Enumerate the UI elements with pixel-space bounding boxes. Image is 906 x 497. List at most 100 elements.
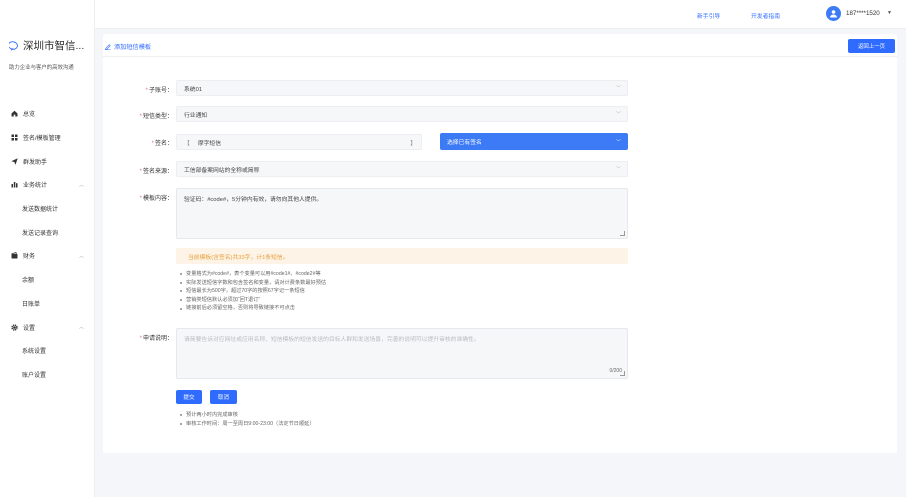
sidebar-item-label: 群发助手 xyxy=(23,159,48,166)
sidebar-item-label: 账户设置 xyxy=(22,372,47,379)
submit-button[interactable]: 提交 xyxy=(176,390,202,404)
label-text: 申请说明： xyxy=(142,336,173,342)
sidebar-item-finance[interactable]: 财务 ︿ xyxy=(0,244,95,268)
open-bracket: 【 xyxy=(184,140,190,147)
home-icon xyxy=(11,110,18,117)
sidebar-item-daily-bill[interactable]: 日账单 xyxy=(0,292,95,316)
sidebar-item-balance[interactable]: 余额 xyxy=(0,268,95,292)
sidebar-nav: 总览 签名/模板管理 群发助手 业务统计 ︿ 发送数据统计 发送记录查询 财务 … xyxy=(0,102,95,386)
select-value: 工信部备案网站的全称或简称 xyxy=(184,167,260,174)
page-title-text: 添加短信模板 xyxy=(114,44,152,51)
brand-tagline: 助力企业与客户的高效沟通 xyxy=(9,65,74,71)
top-header: 新手引导 开发者指南 187****1520 ▼ xyxy=(95,0,906,29)
page-title: 添加短信模板 xyxy=(105,42,151,51)
required-mark: * xyxy=(139,336,142,342)
gear-icon xyxy=(11,323,18,331)
signature-label: *签名： xyxy=(103,138,173,147)
grid-icon xyxy=(11,134,18,141)
chevron-up-icon: ︿ xyxy=(78,324,84,331)
caret-down-icon[interactable]: ▼ xyxy=(887,10,892,16)
apply-desc-label: *申请说明： xyxy=(103,333,173,342)
apply-desc-textarea[interactable]: 请简要告诉对应网址或应用名称、短信模板的短信发送的目标人群和发送场景，完善的说明… xyxy=(176,328,628,379)
sidebar-item-system-settings[interactable]: 系统设置 xyxy=(0,339,95,363)
textarea-value: 验证码：#code#，5分钟内有效，请勿向其他人提供。 xyxy=(184,197,323,203)
sms-type-select[interactable]: 行业通知 ﹀ xyxy=(176,106,628,122)
divider xyxy=(103,56,897,57)
note-item: 变量格式为#code#，表个变量可以用#code1#、#code2#等 xyxy=(180,270,326,279)
signature-value: 摩字短信 xyxy=(197,140,222,147)
required-mark: * xyxy=(151,141,154,147)
content-notes: 变量格式为#code#，表个变量可以用#code1#、#code2#等 实际发送… xyxy=(180,270,326,313)
resize-handle-icon[interactable] xyxy=(620,231,625,236)
sidebar-item-label: 日账单 xyxy=(22,301,41,308)
required-mark: * xyxy=(139,196,142,202)
sms-type-label: *短信类型： xyxy=(103,111,173,120)
sidebar-item-label: 总览 xyxy=(23,112,36,119)
sidebar-item-label: 系统设置 xyxy=(22,349,47,356)
sidebar-item-send-records[interactable]: 发送记录查询 xyxy=(0,220,95,244)
sub-account-label: *子账号： xyxy=(103,85,173,94)
close-bracket: 】 xyxy=(410,140,416,147)
signature-input[interactable]: 【 摩字短信 】 xyxy=(176,134,422,150)
note-item: 审核工作时间：周一至周日9:00-23:00（法定节日顺延） xyxy=(180,420,315,429)
sidebar-item-bulk-send[interactable]: 群发助手 xyxy=(0,149,95,173)
signature-source-select[interactable]: 工信部备案网站的全称或简称 ﹀ xyxy=(176,161,628,177)
resize-handle-icon[interactable] xyxy=(620,371,625,376)
sidebar-item-label: 发送数据统计 xyxy=(22,207,59,214)
sub-account-select[interactable]: 系统01 ﹀ xyxy=(176,80,628,96)
brand[interactable]: 深圳市智信... xyxy=(0,0,94,53)
bar-chart-icon xyxy=(11,181,18,188)
signature-source-label: *签名来源： xyxy=(103,166,173,175)
note-item: 链接前后必须留空格，否则将导致链接不可点击 xyxy=(180,304,326,313)
send-icon xyxy=(11,158,18,165)
user-icon xyxy=(830,10,837,18)
template-content-textarea[interactable]: 验证码：#code#，5分钟内有效，请勿向其他人提供。 xyxy=(176,188,628,239)
chevron-up-icon: ︿ xyxy=(78,182,84,189)
wallet-icon xyxy=(11,252,18,259)
sidebar: 深圳市智信... 助力企业与客户的高效沟通 总览 签名/模板管理 群发助手 业务… xyxy=(0,0,95,497)
avatar[interactable] xyxy=(826,6,841,21)
sidebar-item-label: 财务 xyxy=(23,254,36,261)
label-text: 短信类型： xyxy=(142,114,173,120)
sidebar-item-overview[interactable]: 总览 xyxy=(0,102,95,126)
edit-icon xyxy=(105,43,111,50)
required-mark: * xyxy=(139,169,142,175)
required-mark: * xyxy=(145,88,148,94)
back-button[interactable]: 返回上一页 xyxy=(848,39,895,53)
sidebar-item-label: 设置 xyxy=(23,325,36,332)
char-count-warning: 当前模板(含签名)共33字，计1条短信。 xyxy=(176,248,628,264)
select-value: 行业通知 xyxy=(184,112,208,119)
note-item: 营销类短信默认必须加“回T退订” xyxy=(180,296,326,305)
main-card: 添加短信模板 返回上一页 *子账号： 系统01 ﹀ *短信类型： 行业通知 ﹀ … xyxy=(103,34,897,453)
sidebar-item-label: 签名/模板管理 xyxy=(23,136,61,143)
select-value: 系统01 xyxy=(184,86,203,93)
chevron-down-icon: ﹀ xyxy=(615,111,621,118)
sidebar-item-settings[interactable]: 设置 ︿ xyxy=(0,315,95,339)
sidebar-item-label: 发送记录查询 xyxy=(22,230,59,237)
sidebar-item-templates[interactable]: 签名/模板管理 xyxy=(0,126,95,150)
sidebar-item-label: 业务统计 xyxy=(23,183,48,190)
note-item: 短信最长为500字，超过70字的按照67字记一条短信 xyxy=(180,287,326,296)
note-item: 实际发送短信字数和包含签名和变量，请对计费条数最好预估 xyxy=(180,279,326,288)
chevron-down-icon: ﹀ xyxy=(615,139,621,145)
review-notes: 预计两小时内完成审核 审核工作时间：周一至周日9:00-23:00（法定节日顺延… xyxy=(180,411,315,428)
select-label: 选择已有签名 xyxy=(447,140,482,146)
user-phone[interactable]: 187****1520 xyxy=(846,10,880,17)
template-content-label: *模板内容： xyxy=(103,193,173,202)
chat-bubble-icon xyxy=(9,40,18,51)
select-existing-signature[interactable]: 选择已有签名 ﹀ xyxy=(440,133,628,150)
label-text: 签名： xyxy=(154,141,173,147)
required-mark: * xyxy=(139,114,142,120)
chevron-down-icon: ﹀ xyxy=(615,85,621,92)
chevron-up-icon: ︿ xyxy=(78,253,84,260)
beginner-guide-link[interactable]: 新手引导 xyxy=(697,11,720,20)
sidebar-item-statistics[interactable]: 业务统计 ︿ xyxy=(0,173,95,197)
sidebar-item-label: 余额 xyxy=(22,278,35,285)
developer-guide-link[interactable]: 开发者指南 xyxy=(751,11,780,20)
brand-name: 深圳市智信... xyxy=(23,40,85,52)
sidebar-item-account-settings[interactable]: 账户设置 xyxy=(0,363,95,387)
label-text: 模板内容： xyxy=(142,196,173,202)
cancel-button[interactable]: 取消 xyxy=(210,390,237,404)
sidebar-item-send-stats[interactable]: 发送数据统计 xyxy=(0,197,95,221)
note-item: 预计两小时内完成审核 xyxy=(180,411,315,420)
